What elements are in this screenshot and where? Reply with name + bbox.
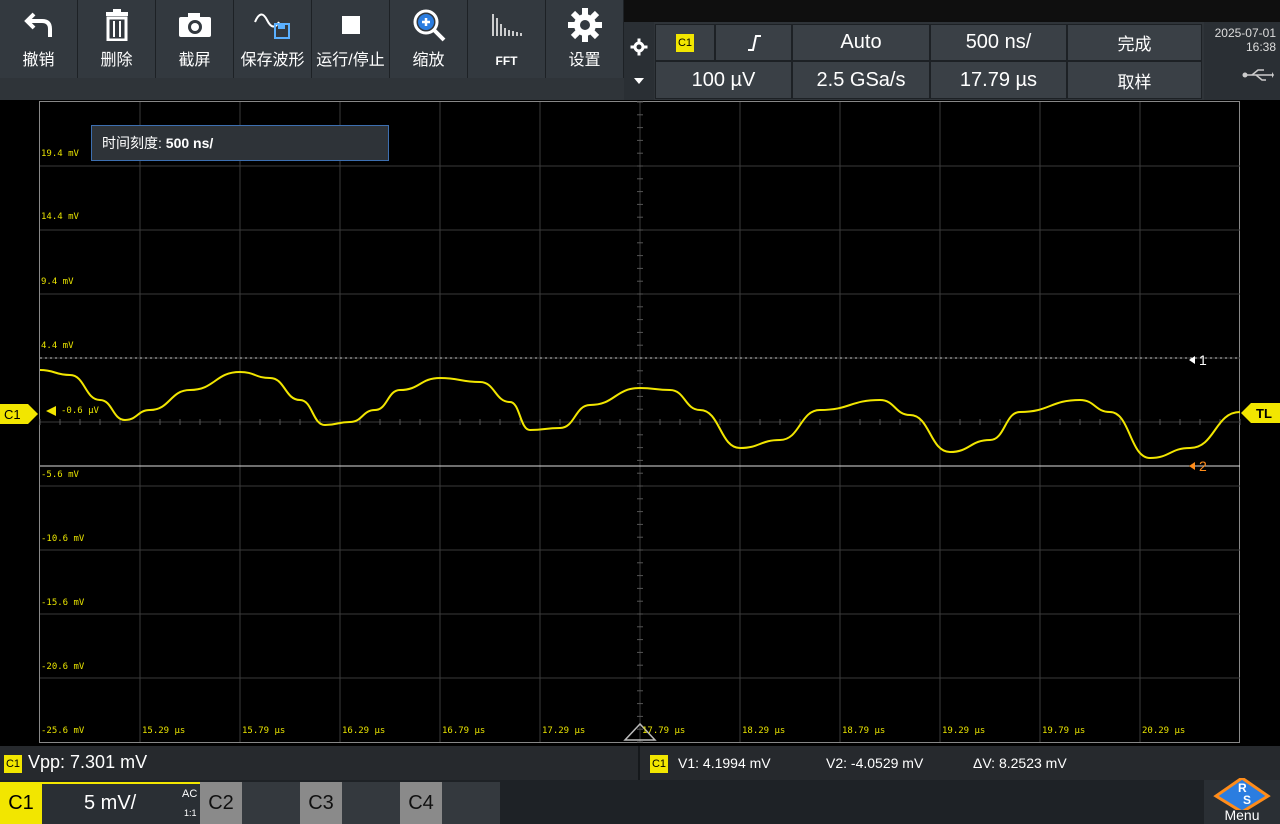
c1-scale: 5 mV/	[84, 792, 137, 814]
x-label: 17.29 µs	[542, 726, 586, 736]
channel-tab-c1[interactable]: C1 5 mV/ AC 1:1	[0, 782, 200, 824]
cursor-v1[interactable]: V1: 4.1994 mV	[678, 755, 771, 771]
c1-probe: 1:1	[184, 808, 197, 818]
cursor-1-label: 1	[1199, 352, 1207, 368]
menu-button[interactable]: R S Menu	[1204, 778, 1280, 824]
x-label: 16.79 µs	[442, 726, 486, 736]
x-label: 15.29 µs	[142, 726, 186, 736]
vpp-measurement[interactable]: Vpp: 7.301 mV	[28, 752, 147, 773]
channel-tab-c4[interactable]: C4	[400, 782, 500, 824]
x-label: 15.79 µs	[242, 726, 286, 736]
cursor-channel-badge: C1	[650, 754, 668, 773]
cursor-1-arrow-icon	[1189, 356, 1195, 364]
y-label: -25.6 mV	[41, 726, 85, 736]
rs-logo-icon: R S	[1213, 778, 1271, 810]
x-label: 16.29 µs	[342, 726, 386, 736]
c1-coupling: AC	[182, 788, 198, 800]
x-label: 18.29 µs	[742, 726, 786, 736]
x-label: 18.79 µs	[842, 726, 886, 736]
y-label: 14.4 mV	[41, 212, 79, 222]
y-label: 4.4 mV	[41, 341, 74, 351]
channel-bar: C1 5 mV/ AC 1:1 C2 C3 C4 R S Menu	[0, 778, 1280, 824]
measurement-bar: C1 Vpp: 7.301 mV C1 V1: 4.1994 mV V2: -4…	[0, 746, 1280, 780]
c1-name: C1	[0, 782, 42, 824]
tl-marker-label: TL	[1256, 406, 1272, 421]
channel-tab-c2[interactable]: C2	[200, 782, 300, 824]
x-label: 20.29 µs	[1142, 726, 1186, 736]
y-label: -15.6 mV	[41, 598, 85, 608]
y-label: 19.4 mV	[41, 149, 79, 159]
timebase-tooltip: 时间刻度: 500 ns/	[91, 125, 389, 161]
x-label: 19.79 µs	[1042, 726, 1086, 736]
status-divider	[638, 746, 640, 780]
tooltip-label: 时间刻度:	[102, 135, 162, 151]
svg-text:S: S	[1243, 793, 1251, 807]
menu-label: Menu	[1224, 807, 1260, 823]
y-label: 9.4 mV	[41, 277, 74, 287]
trigger-level-marker[interactable]: TL	[1241, 403, 1280, 423]
y-label: -20.6 mV	[41, 662, 85, 672]
y-label: -5.6 mV	[41, 470, 79, 480]
channel-1-offset-marker[interactable]: C1	[0, 404, 38, 424]
vpp-channel-badge: C1	[4, 754, 22, 773]
y-label: -0.6 µV	[61, 406, 99, 416]
cursor-v2[interactable]: V2: -4.0529 mV	[826, 755, 923, 771]
x-label: 17.79 µs	[642, 726, 686, 736]
cursor-2-label: 2	[1199, 458, 1207, 474]
tooltip-value: 500 ns/	[165, 135, 214, 151]
y-label: -10.6 mV	[41, 534, 85, 544]
cursor-2-arrow-icon	[1189, 462, 1195, 470]
c1-marker-label: C1	[4, 407, 21, 422]
c4-name: C4	[400, 782, 442, 824]
x-label: 19.29 µs	[942, 726, 986, 736]
cursor-delta-v[interactable]: ΔV: 8.2523 mV	[973, 755, 1067, 771]
ground-arrow-icon	[46, 406, 56, 416]
c2-name: C2	[200, 782, 242, 824]
c3-name: C3	[300, 782, 342, 824]
waveform-grid	[39, 101, 1241, 743]
channel-tab-c3[interactable]: C3	[300, 782, 400, 824]
